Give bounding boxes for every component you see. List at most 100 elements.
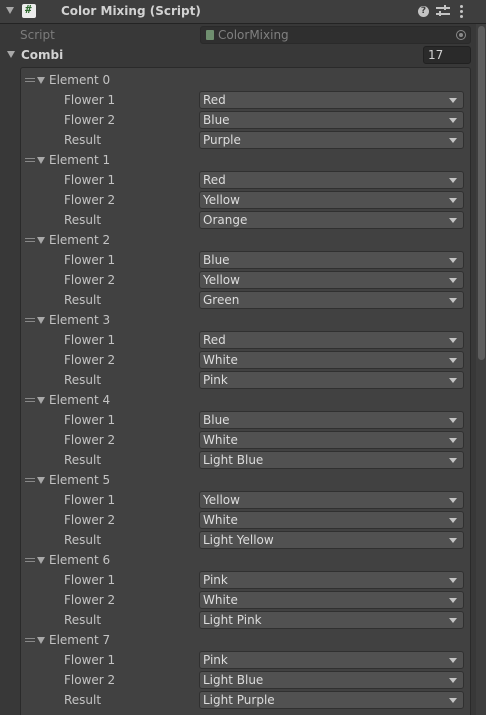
chevron-down-icon	[449, 198, 457, 203]
element-label[interactable]: Element 1	[49, 153, 110, 167]
result-dropdown[interactable]: Light Pink	[199, 611, 464, 629]
flower2-label: Flower 2	[64, 113, 116, 127]
flower2-label: Flower 2	[64, 433, 116, 447]
flower1-dropdown[interactable]: Red	[199, 331, 464, 349]
drag-handle-icon[interactable]	[25, 478, 35, 484]
help-icon[interactable]: ?	[418, 6, 429, 17]
flower2-dropdown[interactable]: Blue	[199, 111, 464, 129]
component-header[interactable]: Color Mixing (Script) ?	[0, 0, 486, 24]
element-foldout-arrow-icon[interactable]	[37, 237, 45, 244]
element-foldout-arrow-icon[interactable]	[37, 557, 45, 564]
flower1-value: Red	[203, 93, 226, 107]
flower1-dropdown[interactable]: Yellow	[199, 491, 464, 509]
flower2-dropdown[interactable]: Light Blue	[199, 671, 464, 689]
script-label: Script	[20, 28, 55, 42]
result-dropdown[interactable]: Orange	[199, 211, 464, 229]
flower1-label: Flower 1	[64, 573, 116, 587]
flower1-value: Red	[203, 173, 226, 187]
flower1-dropdown[interactable]: Red	[199, 91, 464, 109]
flower1-label: Flower 1	[64, 253, 116, 267]
element-foldout-arrow-icon[interactable]	[37, 157, 45, 164]
drag-handle-icon[interactable]	[25, 158, 35, 164]
flower1-dropdown[interactable]: Pink	[199, 571, 464, 589]
combi-foldout-arrow-icon[interactable]	[7, 51, 15, 58]
chevron-down-icon	[449, 498, 457, 503]
drag-handle-icon[interactable]	[25, 398, 35, 404]
drag-handle-icon[interactable]	[25, 558, 35, 564]
flower2-dropdown[interactable]: White	[199, 591, 464, 609]
element-label[interactable]: Element 7	[49, 633, 110, 647]
result-value: Purple	[203, 133, 241, 147]
script-value: ColorMixing	[218, 28, 289, 42]
chevron-down-icon	[449, 438, 457, 443]
element-foldout-arrow-icon[interactable]	[37, 477, 45, 484]
drag-handle-icon[interactable]	[25, 78, 35, 84]
script-object-field: ColorMixing	[200, 26, 471, 44]
element-foldout-arrow-icon[interactable]	[37, 77, 45, 84]
element-foldout-arrow-icon[interactable]	[37, 317, 45, 324]
result-label: Result	[64, 453, 102, 467]
result-value: Green	[203, 293, 240, 307]
chevron-down-icon	[449, 338, 457, 343]
flower2-dropdown[interactable]: White	[199, 511, 464, 529]
result-value: Light Pink	[203, 613, 262, 627]
result-dropdown[interactable]: Pink	[199, 371, 464, 389]
drag-handle-icon[interactable]	[25, 318, 35, 324]
chevron-down-icon	[449, 98, 457, 103]
flower2-label: Flower 2	[64, 273, 116, 287]
flower1-label: Flower 1	[64, 413, 116, 427]
element-label[interactable]: Element 4	[49, 393, 110, 407]
result-dropdown[interactable]: Green	[199, 291, 464, 309]
flower2-value: Blue	[203, 113, 230, 127]
drag-handle-icon[interactable]	[25, 638, 35, 644]
combi-size-field[interactable]: 17	[423, 46, 471, 64]
result-dropdown[interactable]: Light Purple	[199, 691, 464, 709]
element-label[interactable]: Element 0	[49, 73, 110, 87]
flower2-dropdown[interactable]: Yellow	[199, 271, 464, 289]
chevron-down-icon	[449, 418, 457, 423]
flower1-label: Flower 1	[64, 493, 116, 507]
result-value: Orange	[203, 213, 248, 227]
combi-label[interactable]: Combi	[21, 48, 63, 62]
result-value: Pink	[203, 373, 228, 387]
chevron-down-icon	[449, 578, 457, 583]
chevron-down-icon	[449, 138, 457, 143]
result-label: Result	[64, 693, 102, 707]
flower2-label: Flower 2	[64, 193, 116, 207]
flower2-label: Flower 2	[64, 593, 116, 607]
flower2-dropdown[interactable]: White	[199, 351, 464, 369]
result-label: Result	[64, 373, 102, 387]
flower1-dropdown[interactable]: Blue	[199, 251, 464, 269]
flower1-value: Pink	[203, 573, 228, 587]
element-foldout-arrow-icon[interactable]	[37, 397, 45, 404]
flower2-label: Flower 2	[64, 513, 116, 527]
flower1-value: Blue	[203, 413, 230, 427]
chevron-down-icon	[449, 658, 457, 663]
flower2-value: Light Blue	[203, 673, 264, 687]
flower1-dropdown[interactable]: Blue	[199, 411, 464, 429]
drag-handle-icon[interactable]	[25, 238, 35, 244]
flower2-value: White	[203, 593, 238, 607]
more-vert-icon[interactable]	[460, 5, 464, 19]
element-label[interactable]: Element 3	[49, 313, 110, 327]
element-foldout-arrow-icon[interactable]	[37, 637, 45, 644]
flower2-dropdown[interactable]: White	[199, 431, 464, 449]
result-value: Light Yellow	[203, 533, 274, 547]
flower2-value: White	[203, 353, 238, 367]
foldout-arrow-icon[interactable]	[6, 7, 14, 14]
presets-icon[interactable]	[436, 4, 450, 18]
flower2-label: Flower 2	[64, 673, 116, 687]
element-label[interactable]: Element 2	[49, 233, 110, 247]
result-value: Light Purple	[203, 693, 275, 707]
result-dropdown[interactable]: Light Yellow	[199, 531, 464, 549]
flower1-dropdown[interactable]: Red	[199, 171, 464, 189]
result-dropdown[interactable]: Light Blue	[199, 451, 464, 469]
component-title: Color Mixing (Script)	[61, 4, 201, 18]
flower2-dropdown[interactable]: Yellow	[199, 191, 464, 209]
element-label[interactable]: Element 5	[49, 473, 110, 487]
scrollbar-thumb[interactable]	[478, 26, 485, 360]
flower1-dropdown[interactable]: Pink	[199, 651, 464, 669]
result-dropdown[interactable]: Purple	[199, 131, 464, 149]
chevron-down-icon	[449, 518, 457, 523]
element-label[interactable]: Element 6	[49, 553, 110, 567]
